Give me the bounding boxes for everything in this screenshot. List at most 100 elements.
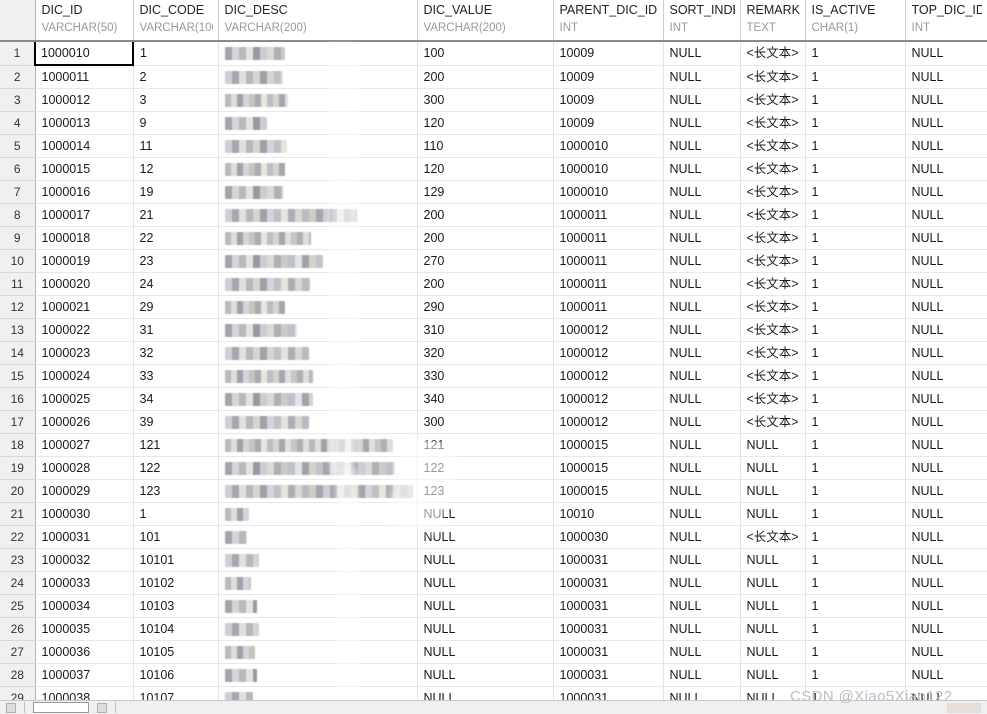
cell-sort-index[interactable]: NULL bbox=[663, 456, 741, 480]
cell-sort-index[interactable]: NULL bbox=[663, 111, 741, 135]
cell-dic-id[interactable]: 1000031 bbox=[35, 525, 134, 549]
cell-top-dic-id[interactable]: NULL bbox=[905, 617, 987, 641]
grid-toolbar[interactable] bbox=[0, 700, 987, 714]
table-row[interactable]: 14 1000023 32 320 1000012 NULL <长文本> 1 NULL bbox=[0, 341, 987, 365]
cell-sort-index[interactable]: NULL bbox=[663, 433, 741, 457]
cell-dic-desc[interactable] bbox=[218, 226, 418, 250]
cell-remark[interactable]: NULL bbox=[740, 479, 806, 503]
cell-sort-index[interactable]: NULL bbox=[663, 249, 741, 273]
row-number[interactable]: 14 bbox=[0, 341, 36, 365]
cell-dic-code[interactable]: 12 bbox=[133, 157, 219, 181]
cell-parent-dic-id[interactable]: 1000012 bbox=[553, 410, 664, 434]
cell-dic-desc[interactable] bbox=[218, 111, 418, 135]
cell-dic-value[interactable]: 120 bbox=[417, 157, 554, 181]
cell-dic-id[interactable]: 1000027 bbox=[35, 433, 134, 457]
column-header-dic-id[interactable]: DIC_ID VARCHAR(50) bbox=[35, 0, 134, 42]
cell-dic-code[interactable]: 11 bbox=[133, 134, 219, 158]
cell-sort-index[interactable]: NULL bbox=[663, 203, 741, 227]
cell-remark[interactable]: NULL bbox=[740, 640, 806, 664]
cell-dic-code[interactable]: 39 bbox=[133, 410, 219, 434]
cell-remark[interactable]: <长文本> bbox=[740, 226, 806, 250]
cell-sort-index[interactable]: NULL bbox=[663, 157, 741, 181]
cell-dic-id[interactable]: 1000022 bbox=[35, 318, 134, 342]
table-row[interactable]: 20 1000029 123 123 1000015 NULL NULL 1 NULL bbox=[0, 479, 987, 503]
cell-sort-index[interactable]: NULL bbox=[663, 180, 741, 204]
cell-dic-id[interactable]: 1000020 bbox=[35, 272, 134, 296]
cell-dic-code[interactable]: 24 bbox=[133, 272, 219, 296]
column-header-dic-value[interactable]: DIC_VALUE VARCHAR(200) bbox=[417, 0, 554, 42]
first-record-icon[interactable] bbox=[6, 702, 16, 713]
cell-remark[interactable]: <长文本> bbox=[740, 387, 806, 411]
cell-dic-code[interactable]: 31 bbox=[133, 318, 219, 342]
cell-dic-id[interactable]: 1000014 bbox=[35, 134, 134, 158]
table-row[interactable]: 3 1000012 3 300 10009 NULL <长文本> 1 NULL bbox=[0, 88, 987, 112]
cell-dic-desc[interactable] bbox=[218, 364, 418, 388]
cell-top-dic-id[interactable]: NULL bbox=[905, 88, 987, 112]
row-number[interactable]: 18 bbox=[0, 433, 36, 457]
cell-dic-code[interactable]: 9 bbox=[133, 111, 219, 135]
cell-sort-index[interactable]: NULL bbox=[663, 594, 741, 618]
cell-dic-value[interactable]: 200 bbox=[417, 272, 554, 296]
cell-remark[interactable]: <长文本> bbox=[740, 41, 806, 66]
cell-sort-index[interactable]: NULL bbox=[663, 295, 741, 319]
cell-dic-desc[interactable] bbox=[218, 571, 418, 595]
cell-dic-desc[interactable] bbox=[218, 272, 418, 296]
row-number[interactable]: 15 bbox=[0, 364, 36, 388]
cell-sort-index[interactable]: NULL bbox=[663, 525, 741, 549]
cell-top-dic-id[interactable]: NULL bbox=[905, 456, 987, 480]
cell-top-dic-id[interactable]: NULL bbox=[905, 387, 987, 411]
cell-remark[interactable]: <长文本> bbox=[740, 180, 806, 204]
cell-top-dic-id[interactable]: NULL bbox=[905, 249, 987, 273]
cell-is-active[interactable]: 1 bbox=[805, 594, 906, 618]
cell-dic-id[interactable]: 1000026 bbox=[35, 410, 134, 434]
cell-is-active[interactable]: 1 bbox=[805, 65, 906, 89]
cell-dic-value[interactable]: 120 bbox=[417, 111, 554, 135]
cell-dic-value[interactable]: NULL bbox=[417, 594, 554, 618]
cell-dic-code[interactable]: 10104 bbox=[133, 617, 219, 641]
result-grid[interactable]: DIC_ID VARCHAR(50) DIC_CODE VARCHAR(100)… bbox=[0, 0, 987, 710]
cell-dic-id[interactable]: 1000034 bbox=[35, 594, 134, 618]
cell-is-active[interactable]: 1 bbox=[805, 502, 906, 526]
cell-dic-value[interactable]: 121 bbox=[417, 433, 554, 457]
cell-parent-dic-id[interactable]: 1000015 bbox=[553, 456, 664, 480]
cell-dic-code[interactable]: 33 bbox=[133, 364, 219, 388]
cell-top-dic-id[interactable]: NULL bbox=[905, 203, 987, 227]
cell-top-dic-id[interactable]: NULL bbox=[905, 226, 987, 250]
row-number[interactable]: 28 bbox=[0, 663, 36, 687]
cell-dic-value[interactable]: 123 bbox=[417, 479, 554, 503]
table-row[interactable]: 9 1000018 22 200 1000011 NULL <长文本> 1 NULL bbox=[0, 226, 987, 250]
cell-dic-value[interactable]: NULL bbox=[417, 640, 554, 664]
cell-top-dic-id[interactable]: NULL bbox=[905, 640, 987, 664]
cell-dic-value[interactable]: 310 bbox=[417, 318, 554, 342]
cell-dic-value[interactable]: 200 bbox=[417, 203, 554, 227]
cell-remark[interactable]: NULL bbox=[740, 548, 806, 572]
table-row[interactable]: 12 1000021 29 290 1000011 NULL <长文本> 1 NULL bbox=[0, 295, 987, 319]
cell-parent-dic-id[interactable]: 1000011 bbox=[553, 249, 664, 273]
cell-dic-value[interactable]: 270 bbox=[417, 249, 554, 273]
cell-parent-dic-id[interactable]: 1000031 bbox=[553, 571, 664, 595]
cell-dic-code[interactable]: 32 bbox=[133, 341, 219, 365]
cell-remark[interactable]: <长文本> bbox=[740, 111, 806, 135]
cell-parent-dic-id[interactable]: 1000011 bbox=[553, 203, 664, 227]
cell-remark[interactable]: NULL bbox=[740, 502, 806, 526]
table-row[interactable]: 5 1000014 11 110 1000010 NULL <长文本> 1 NULL bbox=[0, 134, 987, 158]
cell-top-dic-id[interactable]: NULL bbox=[905, 502, 987, 526]
cell-dic-value[interactable]: 300 bbox=[417, 88, 554, 112]
column-header-parent-dic-id[interactable]: PARENT_DIC_ID INT bbox=[553, 0, 664, 42]
cell-remark[interactable]: NULL bbox=[740, 663, 806, 687]
row-number[interactable]: 10 bbox=[0, 249, 36, 273]
cell-sort-index[interactable]: NULL bbox=[663, 548, 741, 572]
cell-sort-index[interactable]: NULL bbox=[663, 41, 741, 66]
row-number[interactable]: 2 bbox=[0, 65, 36, 89]
cell-dic-code[interactable]: 29 bbox=[133, 295, 219, 319]
cell-dic-desc[interactable] bbox=[218, 249, 418, 273]
cell-parent-dic-id[interactable]: 1000012 bbox=[553, 318, 664, 342]
cell-top-dic-id[interactable]: NULL bbox=[905, 180, 987, 204]
row-number[interactable]: 9 bbox=[0, 226, 36, 250]
cell-dic-desc[interactable] bbox=[218, 548, 418, 572]
cell-top-dic-id[interactable]: NULL bbox=[905, 548, 987, 572]
table-row[interactable]: 18 1000027 121 121 1000015 NULL NULL 1 NULL bbox=[0, 433, 987, 457]
cell-sort-index[interactable]: NULL bbox=[663, 617, 741, 641]
cell-remark[interactable]: <长文本> bbox=[740, 157, 806, 181]
cell-dic-value[interactable]: 200 bbox=[417, 65, 554, 89]
